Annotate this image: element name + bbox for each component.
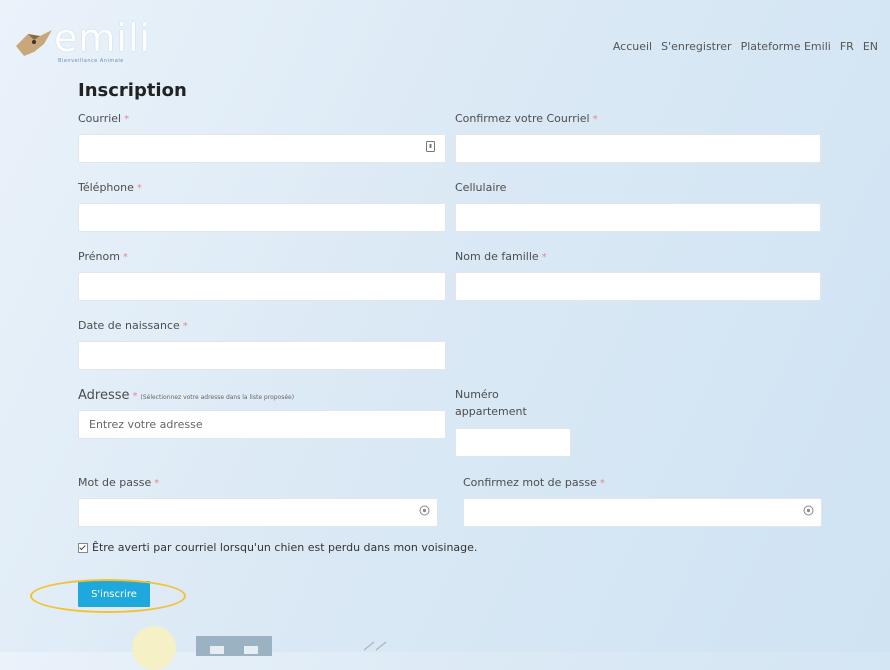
phone-label-text: Téléphone [78,181,134,194]
decorative-image-detail [244,646,258,654]
password-label: Mot de passe * [78,476,159,489]
birth-date-label: Date de naissance * [78,319,188,332]
apartment-input[interactable] [455,428,571,457]
brand-logo[interactable]: emili Bienveillance Animale [14,16,164,68]
phone-input[interactable] [78,203,446,232]
required-mark: * [599,478,605,489]
required-mark: * [122,252,128,263]
top-nav: Accueil S'enregistrer Plateforme Emili F… [613,40,878,53]
password-input[interactable] [78,498,438,527]
notify-checkbox[interactable] [78,542,88,553]
nav-lang-fr[interactable]: FR [840,40,854,53]
nav-lang-en[interactable]: EN [863,40,878,53]
bird-logo-icon [16,30,52,56]
notify-checkbox-label: Être averti par courriel lorsqu'un chien… [92,541,478,554]
eye-icon[interactable] [803,505,814,519]
first-name-label: Prénom * [78,250,128,263]
required-mark: * [182,321,188,332]
email-label-text: Courriel [78,112,122,125]
mobile-input[interactable] [455,203,821,232]
required-mark: * [592,114,598,125]
password-confirm-label-text: Confirmez mot de passe [463,476,597,489]
first-name-label-text: Prénom [78,250,120,263]
nav-home[interactable]: Accueil [613,40,652,53]
apartment-label-line1: Numéro [455,388,499,401]
password-label-text: Mot de passe [78,476,152,489]
mobile-label: Cellulaire [455,181,506,194]
register-submit-button[interactable]: S'inscrire [78,581,150,607]
required-mark: * [541,252,547,263]
address-label-text: Adresse [78,388,130,403]
brand-tagline: Bienveillance Animale [58,58,124,64]
required-mark: * [136,183,142,194]
required-mark: * [132,391,138,402]
required-mark: * [124,114,130,125]
password-confirm-input[interactable] [463,498,822,527]
email-confirm-label: Confirmez votre Courriel * [455,112,598,125]
decorative-image [196,636,272,656]
address-hint: (Sélectionnez votre adresse dans la list… [140,394,295,401]
birth-date-input[interactable] [78,341,446,370]
page-title: Inscription [78,80,187,101]
decorative-image-detail [210,646,224,654]
mobile-label-text: Cellulaire [455,181,507,194]
email-confirm-label-text: Confirmez votre Courriel [455,112,590,125]
password-confirm-label: Confirmez mot de passe * [463,476,605,489]
last-name-label-text: Nom de famille [455,250,539,263]
contact-card-icon [426,141,435,155]
eye-icon[interactable] [419,505,430,519]
email-input[interactable] [78,134,446,163]
last-name-input[interactable] [455,272,821,301]
email-confirm-input[interactable] [455,134,821,163]
email-label: Courriel * [78,112,129,125]
address-label: Adresse * (Sélectionnez votre adresse dans… [78,388,294,403]
first-name-input[interactable] [78,272,446,301]
decorative-stroke-icon [363,641,387,651]
brand-name: emili [54,16,152,60]
decorative-circle [132,626,176,670]
notify-checkbox-row[interactable]: Être averti par courriel lorsqu'un chien… [78,541,477,554]
apartment-label-line2: appartement [455,405,527,418]
last-name-label: Nom de famille * [455,250,547,263]
phone-label: Téléphone * [78,181,142,194]
nav-register[interactable]: S'enregistrer [661,40,731,53]
address-input[interactable] [78,410,446,439]
nav-platform[interactable]: Plateforme Emili [741,40,831,53]
birth-date-label-text: Date de naissance [78,319,180,332]
required-mark: * [154,478,160,489]
